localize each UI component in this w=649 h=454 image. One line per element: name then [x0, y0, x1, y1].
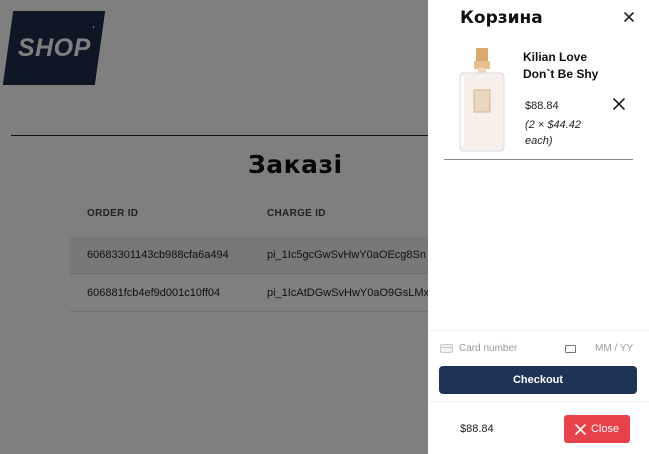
expiry-placeholder[interactable]: MM / YY [595, 343, 633, 354]
close-button-label: Close [590, 423, 620, 435]
credit-card-icon [440, 344, 453, 353]
payment-form: Card number MM / YY Checkout [428, 330, 649, 402]
card-number-placeholder[interactable]: Card number [459, 343, 517, 354]
close-button[interactable]: Close [564, 415, 630, 443]
card-id-icon [565, 345, 576, 353]
cart-total: $88.84 [460, 423, 494, 435]
close-icon [575, 423, 586, 435]
checkout-button[interactable]: Checkout [439, 366, 637, 394]
cart-drawer: Корзина Kilian Love Don`t Be Shy $88.84 … [428, 0, 649, 454]
item-unit-price: (2 × $44.42 each) [525, 119, 581, 147]
item-price: $88.84 [525, 100, 559, 112]
perfume-bottle-image [452, 46, 512, 154]
cart-item: Kilian Love Don`t Be Shy $88.84 (2 × $44… [444, 40, 633, 160]
remove-item-icon[interactable] [612, 97, 626, 111]
item-name[interactable]: Kilian Love Don`t Be Shy [523, 49, 613, 83]
card-input[interactable]: Card number MM / YY [439, 340, 639, 358]
close-icon[interactable] [622, 10, 636, 24]
cart-title: Корзина [460, 8, 543, 28]
